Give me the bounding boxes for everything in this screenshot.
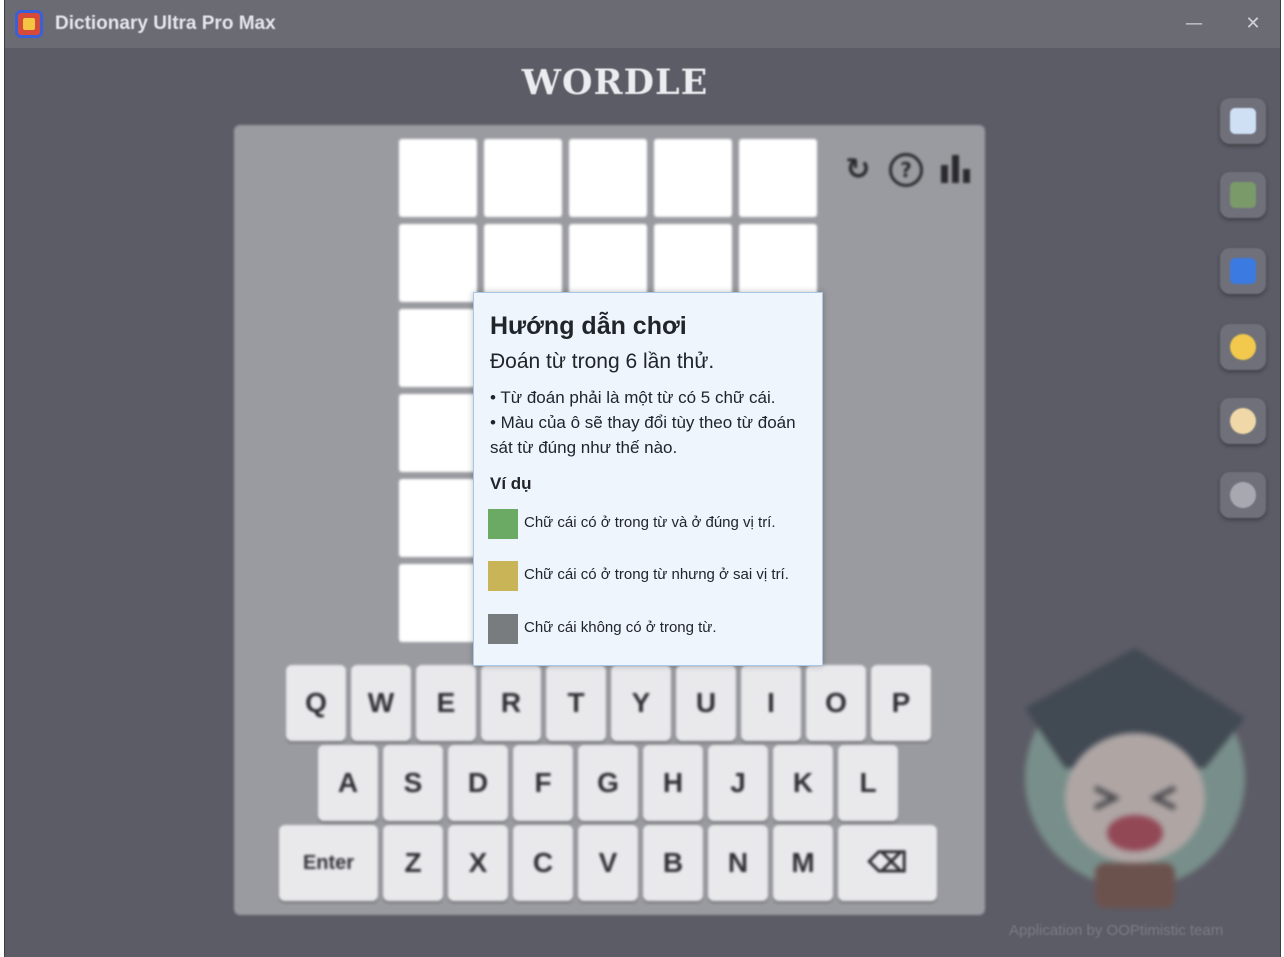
close-button[interactable]: ✕ [1239,10,1267,38]
window-title: Dictionary Ultra Pro Max [55,13,276,34]
key-j[interactable]: J [708,745,768,821]
app-logo-icon [15,10,43,38]
info-icon [1230,482,1256,508]
color-swatch [488,561,518,591]
how-to-play-dialog: Hướng dẫn chơi Đoán từ trong 6 lần thử. … [473,292,823,666]
rule-length: • Từ đoán phải là một từ có 5 chữ cái. [490,388,776,407]
letter-cell [399,309,477,387]
key-u[interactable]: U [676,665,736,741]
dialog-subtitle: Đoán từ trong 6 lần thử. [490,350,715,373]
key-k[interactable]: K [773,745,833,821]
rule-colors: • Màu của ô sẽ thay đổi tùy theo từ đoán… [490,413,796,457]
legend-text: Chữ cái có ở trong từ nhưng ở sai vị trí… [524,566,789,583]
sidebar-button-tools[interactable] [1220,398,1266,444]
letter-cell [484,224,562,302]
theme-icon [1230,334,1256,360]
minimize-button[interactable]: — [1180,10,1208,38]
stats-icon[interactable] [939,151,973,189]
color-swatch [488,509,518,539]
reset-icon[interactable]: ↻ [841,151,875,189]
key-g[interactable]: G [578,745,638,821]
title-bar: Dictionary Ultra Pro Max — ✕ [5,0,1280,48]
tools-icon [1230,408,1256,434]
grid-icon [1230,182,1256,208]
key-a[interactable]: A [318,745,378,821]
letter-cell [569,224,647,302]
game-title: WORDLE [521,62,709,103]
letter-cell [654,139,732,217]
key-z[interactable]: Z [383,825,443,901]
key-h[interactable]: H [643,745,703,821]
key-x[interactable]: X [448,825,508,901]
letter-cell [399,139,477,217]
letter-cell [399,564,477,642]
key-d[interactable]: D [448,745,508,821]
help-icon[interactable]: ? [889,153,923,187]
letter-cell [484,139,562,217]
key-enter[interactable]: Enter [279,825,378,901]
sidebar-button-dictionary[interactable] [1220,98,1266,144]
mascot-character-image [1025,648,1245,908]
key-e[interactable]: E [416,665,476,741]
key-s[interactable]: S [383,745,443,821]
key-r[interactable]: R [481,665,541,741]
key-backspace[interactable]: ⌫ [838,825,937,901]
key-w[interactable]: W [351,665,411,741]
sidebar-button-grid[interactable] [1220,172,1266,218]
sidebar-button-translate[interactable] [1220,248,1266,294]
letter-cell [399,479,477,557]
letter-cell [654,224,732,302]
legend-text: Chữ cái có ở trong từ và ở đúng vị trí. [524,514,776,531]
sidebar-button-info[interactable] [1220,472,1266,518]
key-q[interactable]: Q [286,665,346,741]
letter-cell [569,139,647,217]
sidebar-button-theme[interactable] [1220,324,1266,370]
legend-text: Chữ cái không có ở trong từ. [524,619,717,636]
key-f[interactable]: F [513,745,573,821]
dictionary-icon [1230,108,1256,134]
letter-cell [399,224,477,302]
dialog-title: Hướng dẫn chơi [490,312,687,340]
key-p[interactable]: P [871,665,931,741]
credit-text: Application by OOPtimistic team [1009,922,1224,939]
color-swatch [488,614,518,644]
key-b[interactable]: B [643,825,703,901]
letter-cell [399,394,477,472]
dialog-rules: • Từ đoán phải là một từ có 5 chữ cái. •… [490,385,814,460]
key-l[interactable]: L [838,745,898,821]
key-m[interactable]: M [773,825,833,901]
stats-bars-icon [941,155,970,183]
example-heading: Ví dụ [490,474,532,493]
letter-cell [739,224,817,302]
letter-cell [739,139,817,217]
app-window: Dictionary Ultra Pro Max — ✕ WORDLE ↻ ? … [4,0,1281,957]
key-n[interactable]: N [708,825,768,901]
key-i[interactable]: I [741,665,801,741]
key-y[interactable]: Y [611,665,671,741]
key-v[interactable]: V [578,825,638,901]
translate-icon [1230,258,1256,284]
key-o[interactable]: O [806,665,866,741]
key-c[interactable]: C [513,825,573,901]
key-t[interactable]: T [546,665,606,741]
